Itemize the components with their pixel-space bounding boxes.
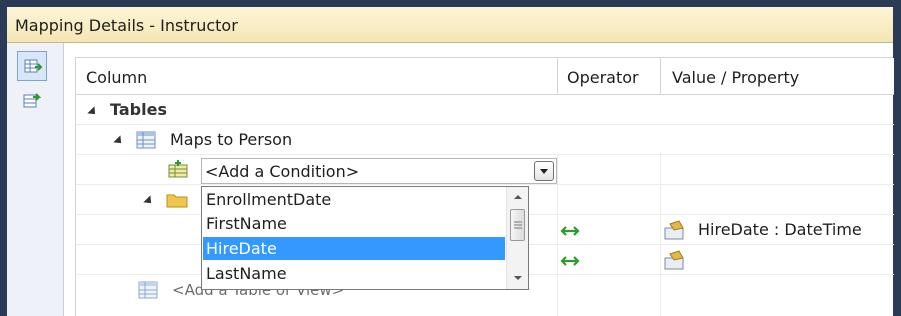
property-icon (664, 250, 684, 270)
table-mapping-row[interactable]: Maps to Person (76, 125, 894, 155)
column-divider[interactable] (557, 58, 558, 95)
mapping-toolstrip (7, 43, 64, 316)
window-title: Mapping Details - Instructor (15, 16, 238, 35)
expand-toggle-icon[interactable] (113, 135, 125, 147)
scroll-down-icon[interactable] (513, 275, 523, 281)
property-icon (664, 220, 684, 240)
map-to-tables-button[interactable] (17, 51, 47, 81)
maps-to-label: Maps to Person (170, 130, 293, 149)
mapped-property-value[interactable]: HireDate : DateTime (698, 220, 862, 239)
tables-row[interactable]: Tables (76, 95, 894, 125)
bidirectional-arrow-icon (560, 226, 580, 236)
folder-icon (166, 194, 188, 208)
bidirectional-arrow-icon (560, 256, 580, 266)
expand-toggle-icon[interactable] (87, 106, 99, 118)
grip-icon (514, 221, 522, 229)
map-entity-to-functions-icon (23, 93, 41, 108)
chevron-down-icon (540, 169, 548, 174)
operator-header[interactable]: Operator (567, 68, 639, 87)
add-condition-combobox[interactable]: <Add a Condition> (201, 158, 557, 184)
condition-icon (168, 160, 188, 178)
grid-header: Column Operator Value / Property (76, 58, 894, 95)
column-divider[interactable] (660, 58, 661, 95)
value-property-header[interactable]: Value / Property (672, 68, 799, 87)
dropdown-option[interactable]: LastName (203, 262, 505, 285)
scrollbar-thumb[interactable] (510, 209, 525, 241)
title-bar: Mapping Details - Instructor (7, 7, 893, 43)
table-icon (136, 131, 156, 149)
dropdown-scrollbar[interactable] (506, 187, 528, 289)
mapping-grid: Column Operator Value / Property Tables … (75, 57, 894, 316)
dropdown-option[interactable]: EnrollmentDate (203, 188, 505, 211)
window-frame-top (0, 0, 901, 7)
table-icon (138, 281, 158, 299)
expand-toggle-icon[interactable] (143, 195, 155, 207)
map-to-functions-button[interactable] (17, 87, 47, 117)
dropdown-button[interactable] (534, 161, 554, 181)
dropdown-option[interactable]: FirstName (203, 212, 505, 235)
map-entity-to-tables-icon (24, 59, 42, 73)
window-frame-left (0, 0, 7, 316)
tables-label: Tables (110, 100, 167, 119)
dropdown-option-selected[interactable]: HireDate (203, 237, 505, 260)
column-dropdown-list[interactable]: EnrollmentDate FirstName HireDate LastNa… (201, 186, 529, 290)
column-header[interactable]: Column (86, 68, 147, 87)
add-condition-value: <Add a Condition> (205, 162, 360, 181)
window-frame-right (893, 0, 901, 316)
scroll-up-icon[interactable] (513, 194, 523, 200)
